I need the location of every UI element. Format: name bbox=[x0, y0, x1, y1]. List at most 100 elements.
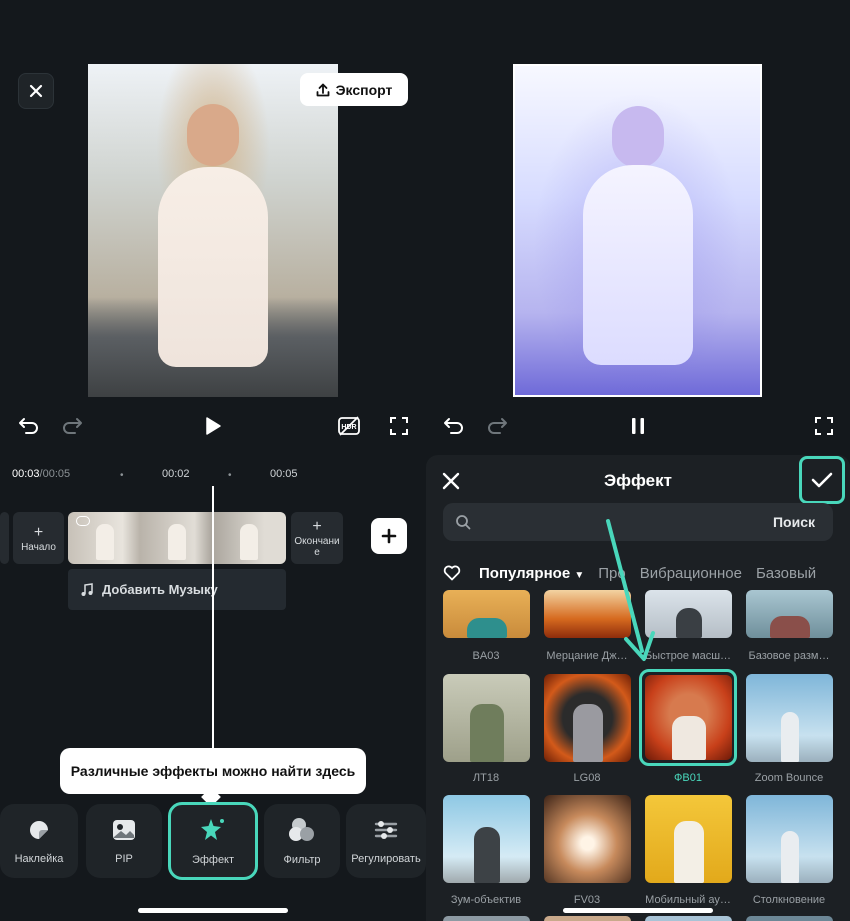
pause-icon bbox=[632, 418, 644, 434]
export-button[interactable]: Экспорт bbox=[300, 73, 408, 106]
effect-label: Базовое разм… bbox=[748, 650, 830, 662]
effect-thumb-mobile-audio[interactable] bbox=[645, 795, 732, 883]
current-time: 00:03/00:05 bbox=[12, 468, 71, 480]
prev-clip[interactable] bbox=[0, 512, 9, 564]
filter-icon bbox=[289, 818, 314, 841]
home-indicator bbox=[138, 908, 288, 913]
fullscreen-icon bbox=[815, 417, 833, 435]
plus-icon: + bbox=[33, 523, 44, 541]
undo-icon bbox=[444, 418, 463, 434]
sliders-icon bbox=[374, 821, 398, 839]
tool-adjust[interactable]: Регулировать bbox=[346, 804, 426, 878]
plus-icon bbox=[381, 528, 397, 544]
hdr-off-button[interactable]: HDR bbox=[337, 414, 361, 438]
export-label: Экспорт bbox=[335, 81, 393, 98]
sticker-icon bbox=[30, 821, 48, 839]
tool-sticker[interactable]: Наклейка bbox=[0, 804, 78, 878]
annotation-arrow-icon bbox=[606, 519, 655, 661]
fullscreen-button[interactable] bbox=[812, 414, 836, 438]
add-music-label: Добавить Музыку bbox=[102, 582, 218, 597]
panel-title: Эффект bbox=[604, 471, 672, 490]
effect-thumb-fb01[interactable] bbox=[645, 675, 732, 760]
undo-icon bbox=[19, 418, 38, 434]
video-clip[interactable] bbox=[68, 512, 286, 564]
start-transition-button[interactable]: + Начало bbox=[13, 512, 64, 564]
effect-thumb[interactable] bbox=[443, 916, 530, 921]
tool-effect[interactable]: Эффект bbox=[168, 802, 258, 880]
sparkle-icon bbox=[201, 819, 224, 840]
tool-pip[interactable]: PIP bbox=[86, 804, 162, 878]
original-preview bbox=[88, 64, 338, 397]
caret-down-icon: ▼ bbox=[574, 569, 585, 581]
checkmark-icon bbox=[811, 472, 833, 488]
clip-frame bbox=[140, 512, 212, 564]
effect-label: Столкновение bbox=[752, 894, 826, 906]
tab-popular[interactable]: Популярное ▼ bbox=[479, 565, 584, 582]
effect-thumb-collision[interactable] bbox=[746, 795, 833, 883]
person-head bbox=[611, 106, 664, 168]
tool-label: Регулировать bbox=[351, 853, 421, 865]
timeline-mark: 00:02 bbox=[162, 468, 190, 480]
person-body bbox=[582, 165, 693, 365]
effect-label: FV03 bbox=[573, 894, 601, 906]
clip-frame bbox=[212, 512, 284, 564]
effect-thumb[interactable] bbox=[544, 916, 631, 921]
redo-button[interactable] bbox=[485, 414, 509, 438]
effect-label: LG08 bbox=[573, 772, 601, 784]
end-transition-button[interactable]: + Окончание bbox=[291, 512, 343, 564]
effect-thumb-lt18[interactable] bbox=[443, 674, 530, 762]
effect-thumb-zoom-bounce[interactable] bbox=[746, 674, 833, 762]
effect-label: Zoom Bounce bbox=[754, 772, 824, 784]
home-indicator bbox=[563, 908, 713, 913]
effect-thumb-basic-blur[interactable] bbox=[746, 590, 833, 638]
undo-button[interactable] bbox=[442, 414, 466, 438]
cloud-icon bbox=[76, 516, 90, 526]
close-icon bbox=[29, 84, 43, 98]
end-label: Окончание bbox=[294, 536, 340, 558]
effect-thumb[interactable] bbox=[746, 916, 833, 921]
person-body bbox=[158, 167, 268, 367]
effect-thumb-fv03[interactable] bbox=[544, 795, 631, 883]
timeline-mark: 00:05 bbox=[270, 468, 298, 480]
effect-label-selected: ФВ01 bbox=[674, 772, 702, 784]
search-button[interactable]: Поиск bbox=[773, 514, 815, 530]
tool-label: Наклейка bbox=[14, 853, 64, 865]
effect-thumb-lg08[interactable] bbox=[544, 674, 631, 762]
music-note-icon bbox=[81, 582, 93, 596]
effect-thumb-zoom-lens[interactable] bbox=[443, 795, 530, 883]
close-button[interactable] bbox=[18, 73, 54, 109]
effect-label: ЛТ18 bbox=[472, 772, 500, 784]
fullscreen-icon bbox=[390, 417, 408, 435]
pause-button[interactable] bbox=[626, 414, 650, 438]
tool-label: Эффект bbox=[191, 854, 235, 866]
tab-basic[interactable]: Базовый bbox=[756, 565, 816, 582]
confirm-button[interactable] bbox=[799, 456, 845, 504]
undo-button[interactable] bbox=[17, 414, 41, 438]
play-icon bbox=[206, 417, 221, 435]
playhead[interactable] bbox=[212, 486, 214, 751]
tool-label: Фильтр bbox=[283, 854, 321, 866]
effect-thumb-ba03[interactable] bbox=[443, 590, 530, 638]
effect-thumb[interactable] bbox=[645, 916, 732, 921]
hdr-off-icon: HDR bbox=[338, 416, 360, 436]
favorites-heart-icon[interactable] bbox=[443, 565, 461, 581]
effect-preview bbox=[513, 64, 762, 397]
plus-icon: + bbox=[312, 518, 322, 535]
effect-label: Мобильный ау… bbox=[645, 894, 731, 906]
add-clip-button[interactable] bbox=[371, 518, 407, 554]
tool-filter[interactable]: Фильтр bbox=[264, 804, 340, 878]
timeline-tick: • bbox=[228, 470, 232, 481]
add-music-button[interactable]: Добавить Музыку bbox=[68, 569, 286, 610]
person-head bbox=[187, 104, 239, 166]
redo-button[interactable] bbox=[60, 414, 84, 438]
search-icon bbox=[456, 515, 471, 530]
tool-label: PIP bbox=[115, 853, 133, 865]
effect-label: BA03 bbox=[472, 650, 500, 662]
tooltip: Различные эффекты можно найти здесь bbox=[60, 748, 366, 794]
start-label: Начало bbox=[21, 541, 56, 553]
image-icon bbox=[113, 820, 135, 840]
fullscreen-button[interactable] bbox=[387, 414, 411, 438]
redo-icon bbox=[488, 418, 507, 434]
play-button[interactable] bbox=[201, 414, 225, 438]
timeline-tick: • bbox=[120, 470, 124, 481]
